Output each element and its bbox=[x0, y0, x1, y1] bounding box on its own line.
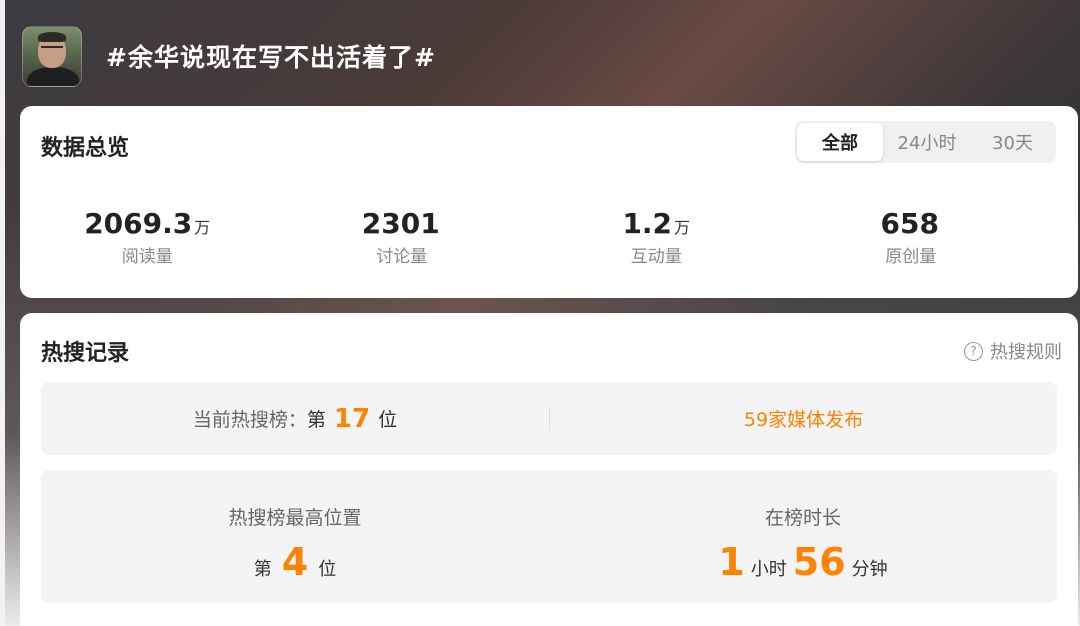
stat-label: 互动量 bbox=[630, 247, 682, 267]
stat-unit: 万 bbox=[674, 218, 691, 237]
stat-label: 阅读量 bbox=[121, 247, 173, 267]
rank-prefix: 第 bbox=[253, 559, 272, 580]
duration-minutes: 56 bbox=[792, 540, 846, 584]
rank-prefix: 第 bbox=[306, 409, 326, 431]
topic-title: #余华说现在写不出活着了# bbox=[106, 43, 436, 72]
highest-rank-value: 第 4 位 bbox=[41, 540, 549, 584]
stat-unit: 万 bbox=[194, 218, 211, 237]
current-rank: 当前热搜榜： 第 17 位 bbox=[41, 382, 549, 455]
stats-row: 2069.3 万 阅读量 2301 讨论量 1.2 万 互动量 658 原创量 bbox=[20, 206, 1038, 268]
minutes-unit: 分钟 bbox=[851, 559, 888, 580]
overview-title: 数据总览 bbox=[41, 136, 130, 161]
rank-suffix: 位 bbox=[378, 409, 398, 431]
tab-24h[interactable]: 24小时 bbox=[883, 123, 971, 161]
stat-original: 658 原创量 bbox=[784, 206, 1039, 268]
time-range-tabs: 全部 24小时 30天 bbox=[795, 121, 1056, 163]
rules-label: 热搜规则 bbox=[990, 342, 1062, 363]
avatar[interactable] bbox=[22, 25, 82, 87]
duration-value: 1 小时 56 分钟 bbox=[549, 540, 1057, 584]
highest-rank-number: 4 bbox=[281, 540, 309, 584]
stat-label: 讨论量 bbox=[376, 247, 428, 267]
stat-value: 1.2 bbox=[622, 207, 673, 240]
topic-header: #余华说现在写不出活着了# bbox=[22, 25, 436, 87]
duration-hours: 1 bbox=[718, 540, 745, 584]
stat-value: 658 bbox=[880, 207, 939, 240]
hot-search-title: 热搜记录 bbox=[41, 341, 130, 366]
hot-search-card: 热搜记录 ? 热搜规则 当前热搜榜： 第 17 位 59家媒体发布 热搜榜最高位… bbox=[20, 313, 1078, 626]
hours-unit: 小时 bbox=[750, 559, 787, 580]
stat-value: 2069.3 bbox=[84, 207, 193, 240]
highest-rank: 热搜榜最高位置 第 4 位 bbox=[41, 470, 549, 603]
tab-all[interactable]: 全部 bbox=[797, 123, 883, 161]
data-overview-card: 数据总览 全部 24小时 30天 2069.3 万 阅读量 2301 讨论量 1.… bbox=[20, 106, 1078, 298]
current-rank-label: 当前热搜榜： bbox=[192, 409, 307, 431]
rank-suffix: 位 bbox=[318, 559, 337, 580]
stat-discussions: 2301 讨论量 bbox=[275, 206, 530, 268]
window-edge bbox=[0, 0, 5, 626]
question-circle-icon: ? bbox=[964, 341, 983, 361]
stat-value: 2301 bbox=[361, 207, 440, 240]
stat-interactions: 1.2 万 互动量 bbox=[529, 206, 784, 268]
rank-stats-panel: 热搜榜最高位置 第 4 位 在榜时长 1 小时 56 分钟 bbox=[41, 470, 1057, 603]
tab-30d[interactable]: 30天 bbox=[971, 123, 1054, 161]
stat-label: 原创量 bbox=[885, 247, 937, 267]
hot-search-rules-link[interactable]: ? 热搜规则 bbox=[964, 338, 1062, 364]
duration-label: 在榜时长 bbox=[764, 507, 841, 529]
current-rank-number: 17 bbox=[333, 403, 371, 434]
media-count-link[interactable]: 59家媒体发布 bbox=[550, 382, 1057, 455]
stat-reads: 2069.3 万 阅读量 bbox=[20, 206, 275, 268]
duration-on-list: 在榜时长 1 小时 56 分钟 bbox=[549, 470, 1057, 603]
highest-rank-label: 热搜榜最高位置 bbox=[228, 507, 362, 529]
current-rank-panel: 当前热搜榜： 第 17 位 59家媒体发布 bbox=[41, 382, 1057, 455]
